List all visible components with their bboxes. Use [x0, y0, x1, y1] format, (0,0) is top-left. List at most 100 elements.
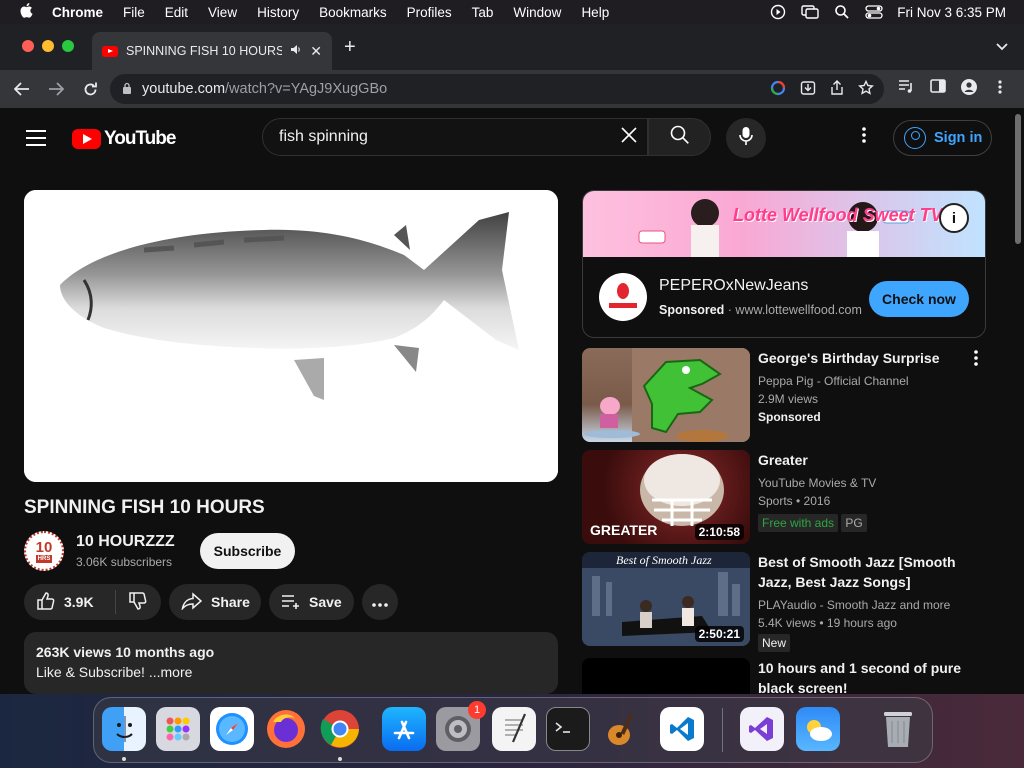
sign-in-button[interactable]: Sign in — [893, 120, 992, 156]
tab-close-icon[interactable]: ✕ — [310, 43, 322, 60]
channel-name[interactable]: 10 HOURZZZ — [76, 533, 175, 551]
related-sponsored: Sponsored — [758, 410, 821, 424]
sponsored-ad-card[interactable]: Lotte Wellfood Sweet TV i PEPEROxNewJean… — [582, 190, 986, 338]
related-video-item[interactable]: 10 hours and 1 second of pure black scre… — [582, 658, 992, 696]
related-title[interactable]: Best of Smooth Jazz [Smooth Jazz, Best J… — [758, 552, 964, 592]
menu-window[interactable]: Window — [513, 5, 561, 20]
forward-arrow-icon[interactable] — [46, 79, 66, 99]
window-zoom-button[interactable] — [62, 40, 74, 52]
macos-menu-bar: Chrome File Edit View History Bookmarks … — [0, 0, 1024, 24]
menu-tab[interactable]: Tab — [472, 5, 494, 20]
firefox-icon[interactable] — [264, 707, 308, 751]
channel-avatar[interactable]: 10 HRS — [24, 531, 64, 571]
search-input[interactable]: fish spinning — [262, 118, 648, 156]
system-settings-icon[interactable]: 1 — [436, 701, 486, 751]
menu-history[interactable]: History — [257, 5, 299, 20]
menu-bookmarks[interactable]: Bookmarks — [319, 5, 387, 20]
bookmark-star-icon[interactable] — [858, 79, 874, 99]
safari-icon[interactable] — [210, 707, 254, 751]
weather-icon[interactable] — [796, 707, 840, 751]
media-control-icon[interactable] — [898, 79, 914, 96]
vscode-icon[interactable] — [660, 707, 704, 751]
related-title[interactable]: 10 hours and 1 second of pure black scre… — [758, 658, 964, 698]
tab-search-chevron-icon[interactable] — [996, 38, 1008, 54]
sponsored-label: Sponsored — [659, 303, 725, 317]
chrome-icon[interactable] — [318, 707, 362, 751]
garageband-icon[interactable] — [600, 707, 644, 751]
related-title[interactable]: George's Birthday Surprise — [758, 348, 964, 368]
related-video-item[interactable]: Best of Smooth Jazz 2:50:21 Best of Smoo… — [582, 552, 992, 652]
textedit-icon[interactable] — [492, 707, 536, 751]
advertiser-name[interactable]: PEPEROxNewJeans — [659, 277, 808, 295]
menu-file[interactable]: File — [123, 5, 145, 20]
advertiser-logo[interactable] — [599, 273, 647, 321]
lock-icon[interactable] — [122, 82, 132, 97]
related-video-item[interactable]: GREATER 2:10:58 Greater YouTube Movies &… — [582, 450, 992, 546]
finder-running-indicator — [122, 757, 126, 761]
video-description[interactable]: 263K views 10 months ago Like & Subscrib… — [24, 632, 558, 694]
related-thumbnail[interactable] — [582, 348, 750, 442]
ad-domain: www.lottewellfood.com — [735, 303, 862, 317]
finder-icon[interactable] — [102, 707, 146, 751]
voice-search-button[interactable] — [726, 118, 766, 158]
spotlight-search-icon[interactable] — [833, 4, 851, 20]
description-more[interactable]: ...more — [149, 664, 193, 680]
menu-edit[interactable]: Edit — [165, 5, 188, 20]
ad-info-icon[interactable]: i — [939, 203, 969, 233]
related-video-item[interactable]: George's Birthday Surprise Peppa Pig - O… — [582, 348, 992, 444]
like-button[interactable]: 3.9K — [24, 590, 116, 614]
window-close-button[interactable] — [22, 40, 34, 52]
visual-studio-icon[interactable] — [740, 707, 784, 751]
apple-menu-icon[interactable] — [18, 2, 36, 22]
subscribe-button[interactable]: Subscribe — [200, 533, 295, 569]
search-button[interactable] — [648, 118, 711, 156]
media-play-icon[interactable] — [769, 4, 787, 20]
tab-audio-icon[interactable] — [290, 44, 302, 58]
menubar-clock[interactable]: Fri Nov 3 6:35 PM — [897, 5, 1006, 20]
related-thumbnail[interactable] — [582, 658, 750, 696]
related-thumbnail[interactable]: GREATER 2:10:58 — [582, 450, 750, 544]
share-page-icon[interactable] — [830, 80, 844, 99]
app-store-icon[interactable] — [382, 707, 426, 751]
trash-icon[interactable] — [876, 707, 920, 751]
share-button[interactable]: Share — [169, 584, 261, 620]
screen-mirroring-icon[interactable] — [801, 4, 819, 20]
related-channel[interactable]: PLAYaudio - Smooth Jazz and more — [758, 598, 950, 612]
youtube-logo[interactable]: YouTube — [72, 128, 176, 150]
related-channel[interactable]: YouTube Movies & TV — [758, 476, 876, 490]
reload-icon[interactable] — [80, 79, 100, 99]
new-tab-button[interactable]: + — [344, 36, 356, 59]
chrome-menu-icon[interactable] — [998, 79, 1002, 98]
related-title[interactable]: Greater — [758, 450, 964, 470]
clear-search-icon[interactable] — [619, 125, 639, 151]
save-button[interactable]: Save — [269, 584, 354, 620]
window-minimize-button[interactable] — [42, 40, 54, 52]
dislike-button[interactable] — [116, 591, 148, 614]
menu-help[interactable]: Help — [581, 5, 609, 20]
scrollbar-thumb[interactable] — [1015, 114, 1021, 244]
guide-menu-icon[interactable] — [26, 130, 46, 151]
video-player[interactable] — [24, 190, 558, 482]
install-app-icon[interactable] — [800, 80, 816, 99]
launchpad-icon[interactable] — [156, 707, 200, 751]
google-lens-icon[interactable] — [770, 80, 786, 99]
menu-app-name[interactable]: Chrome — [52, 5, 103, 20]
settings-more-icon[interactable] — [862, 126, 866, 150]
menu-profiles[interactable]: Profiles — [407, 5, 452, 20]
check-now-button[interactable]: Check now — [869, 281, 969, 317]
ad-banner-image[interactable]: Lotte Wellfood Sweet TV i — [583, 191, 985, 257]
profile-icon[interactable] — [961, 79, 977, 98]
browser-tab-active[interactable]: SPINNING FISH 10 HOURS ✕ — [92, 32, 332, 70]
more-actions-button[interactable] — [362, 584, 398, 620]
related-channel[interactable]: Peppa Pig - Official Channel — [758, 374, 909, 388]
back-arrow-icon[interactable] — [12, 79, 32, 99]
side-panel-icon[interactable] — [930, 79, 946, 96]
page-scrollbar[interactable] — [1012, 108, 1024, 696]
menu-view[interactable]: View — [208, 5, 237, 20]
address-bar[interactable]: youtube.com/watch?v=YAgJ9XugGBo — [110, 74, 884, 104]
control-center-icon[interactable] — [865, 4, 883, 20]
video-duration: 2:10:58 — [694, 524, 744, 540]
related-more-icon[interactable] — [974, 350, 978, 371]
terminal-icon[interactable] — [546, 707, 590, 751]
related-thumbnail[interactable]: Best of Smooth Jazz 2:50:21 — [582, 552, 750, 646]
